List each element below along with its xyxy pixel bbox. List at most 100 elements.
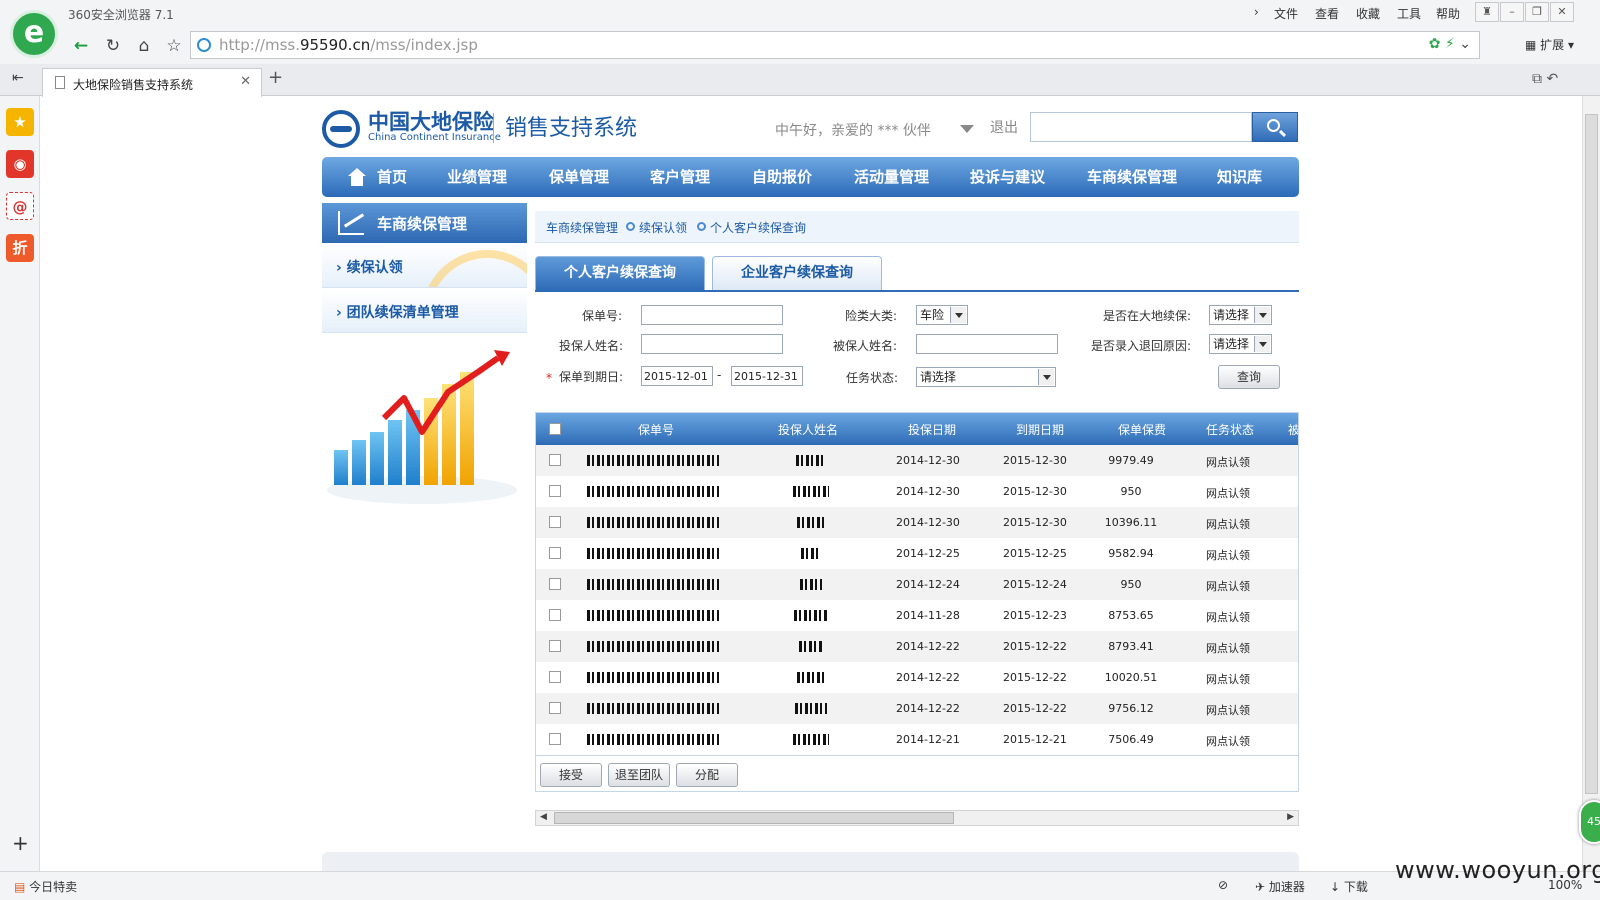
mail-icon[interactable]: @ <box>6 192 34 220</box>
menu-chevron-icon[interactable]: › <box>1254 5 1259 19</box>
maximize-icon[interactable]: ❐ <box>1525 2 1549 22</box>
new-tab-icon[interactable]: + <box>268 67 283 88</box>
menu-help[interactable]: 帮助 <box>1436 5 1460 22</box>
refresh-icon[interactable]: ↻ <box>100 34 126 58</box>
insurance-type-select[interactable]: 车险 <box>916 305 968 325</box>
site-search-input[interactable] <box>1030 112 1252 142</box>
nav-knowledge[interactable]: 知识库 <box>1217 157 1262 197</box>
row-checkbox[interactable] <box>549 485 561 497</box>
browser-logo-icon[interactable]: e <box>10 10 58 58</box>
row-checkbox[interactable] <box>549 640 561 652</box>
menu-view[interactable]: 查看 <box>1315 5 1339 22</box>
logout-link[interactable]: 退出 <box>990 117 1018 137</box>
close-window-icon[interactable]: ✕ <box>1550 2 1574 22</box>
tab-tools-icon[interactable]: ⧉ ↶ <box>1532 71 1558 87</box>
task-status-select[interactable]: 请选择 <box>916 367 1056 387</box>
tab-enterprise-renewal[interactable]: 企业客户续保查询 <box>712 256 882 290</box>
tab-close-icon[interactable]: ✕ <box>240 74 251 89</box>
col-premium[interactable]: 保单保费 <box>1118 421 1166 438</box>
nav-policy[interactable]: 保单管理 <box>549 157 609 197</box>
minimize-icon[interactable]: – <box>1500 2 1524 22</box>
expiry-to-input[interactable] <box>731 366 803 386</box>
menu-file[interactable]: 文件 <box>1274 5 1298 22</box>
row-checkbox[interactable] <box>549 454 561 466</box>
scroll-left-icon[interactable]: ◀ <box>540 812 547 822</box>
row-checkbox[interactable] <box>549 516 561 528</box>
table-row[interactable]: 2014-12-22 2015-12-22 10020.51 网点认领 <box>536 662 1298 693</box>
row-checkbox[interactable] <box>549 671 561 683</box>
row-checkbox[interactable] <box>549 578 561 590</box>
col-applicant[interactable]: 投保人姓名 <box>778 421 838 438</box>
nav-performance[interactable]: 业绩管理 <box>447 157 507 197</box>
nav-dealer-renewal[interactable]: 车商续保管理 <box>1087 157 1177 197</box>
favorite-star-icon[interactable]: ☆ <box>161 34 187 58</box>
page-scrollbar[interactable] <box>1582 96 1600 871</box>
discount-icon[interactable]: 折 <box>6 234 34 262</box>
left-menu-renewal-claim[interactable]: › 续保认领 <box>322 244 527 288</box>
daily-deals-link[interactable]: ▤ 今日特卖 <box>14 878 77 895</box>
weibo-icon[interactable]: ◉ <box>6 150 34 178</box>
col-insured[interactable]: 被 <box>1288 421 1298 438</box>
menu-tools[interactable]: 工具 <box>1397 5 1421 22</box>
renewed-select[interactable]: 请选择 <box>1209 305 1272 325</box>
table-row[interactable]: 2014-12-21 2015-12-21 7506.49 网点认领 <box>536 724 1298 755</box>
table-row[interactable]: 2014-12-24 2015-12-24 950 网点认领 <box>536 569 1298 600</box>
menu-favorites[interactable]: 收藏 <box>1356 5 1380 22</box>
url-tools-icon[interactable]: ✿ ⚡ ⌄ <box>1429 36 1471 52</box>
extensions-button[interactable]: ▦ 扩展 ▾ <box>1525 36 1574 53</box>
row-checkbox[interactable] <box>549 733 561 745</box>
nav-activity[interactable]: 活动量管理 <box>854 157 929 197</box>
table-row[interactable]: 2014-11-28 2015-12-23 8753.65 网点认领 <box>536 600 1298 631</box>
table-scrollbar-thumb[interactable] <box>554 812 954 824</box>
table-row[interactable]: 2014-12-30 2015-12-30 950 网点认领 <box>536 476 1298 507</box>
select-all-checkbox[interactable] <box>549 423 561 435</box>
table-row[interactable]: 2014-12-22 2015-12-22 8793.41 网点认领 <box>536 631 1298 662</box>
back-arrow-icon[interactable]: ← <box>68 34 94 58</box>
tab-personal-renewal[interactable]: 个人客户续保查询 <box>535 256 705 290</box>
greeting-dropdown-icon[interactable] <box>960 125 974 133</box>
col-start-date[interactable]: 投保日期 <box>908 421 956 438</box>
col-end-date[interactable]: 到期日期 <box>1016 421 1064 438</box>
return-to-team-button[interactable]: 退至团队 <box>608 763 670 787</box>
nav-quote[interactable]: 自助报价 <box>752 157 812 197</box>
query-button[interactable]: 查询 <box>1218 365 1280 389</box>
sidebar-toggle-icon[interactable]: ⇤ <box>12 70 24 86</box>
expiry-from-input[interactable] <box>641 366 713 386</box>
breadcrumb-item[interactable]: 续保认领 <box>639 219 687 236</box>
page-scrollbar-thumb[interactable] <box>1585 114 1598 794</box>
row-checkbox[interactable] <box>549 547 561 559</box>
table-row[interactable]: 2014-12-22 2015-12-22 9756.12 网点认领 <box>536 693 1298 724</box>
browser-tab-active[interactable]: 大地保险销售支持系统 ✕ <box>42 68 262 97</box>
skin-icon[interactable]: ♜ <box>1475 2 1499 22</box>
breadcrumb-item[interactable]: 车商续保管理 <box>546 219 618 236</box>
assign-button[interactable]: 分配 <box>676 763 738 787</box>
accelerator-button[interactable]: ✈ 加速器 <box>1255 878 1305 895</box>
nav-complaints[interactable]: 投诉与建议 <box>970 157 1045 197</box>
table-row[interactable]: 2014-12-30 2015-12-30 9979.49 网点认领 <box>536 445 1298 476</box>
download-button[interactable]: ↓ 下载 <box>1330 878 1368 895</box>
row-checkbox[interactable] <box>549 702 561 714</box>
home-outline-icon[interactable]: ⌂ <box>131 34 157 58</box>
insured-input[interactable] <box>916 334 1058 354</box>
url-input[interactable]: http://mss.95590.cn/mss/index.jsp ✿ ⚡ ⌄ <box>190 31 1480 59</box>
row-checkbox[interactable] <box>549 609 561 621</box>
table-horizontal-scrollbar[interactable]: ◀ ▶ <box>535 810 1299 826</box>
applicant-input[interactable] <box>641 334 783 354</box>
table-row[interactable]: 2014-12-30 2015-12-30 10396.11 网点认领 <box>536 507 1298 538</box>
nav-home[interactable]: 首页 <box>377 157 407 197</box>
accept-button[interactable]: 接受 <box>540 763 602 787</box>
table-row[interactable]: 2014-12-25 2015-12-25 9582.94 网点认领 <box>536 538 1298 569</box>
star-app-icon[interactable]: ★ <box>6 108 34 136</box>
return-reason-select[interactable]: 请选择 <box>1209 334 1272 354</box>
col-task-status[interactable]: 任务状态 <box>1206 421 1254 438</box>
home-icon[interactable] <box>348 168 366 186</box>
col-policy-no[interactable]: 保单号 <box>638 421 674 438</box>
security-icon[interactable]: ⊘ <box>1218 878 1228 892</box>
left-menu-team-renewal[interactable]: › 团队续保清单管理 <box>322 289 527 333</box>
scroll-right-icon[interactable]: ▶ <box>1287 812 1294 822</box>
float-ball-badge[interactable]: 45 <box>1579 800 1600 844</box>
site-search-button[interactable] <box>1252 112 1298 142</box>
sidebar-add-icon[interactable]: + <box>12 831 29 855</box>
nav-customer[interactable]: 客户管理 <box>650 157 710 197</box>
policy-no-input[interactable] <box>641 305 783 325</box>
